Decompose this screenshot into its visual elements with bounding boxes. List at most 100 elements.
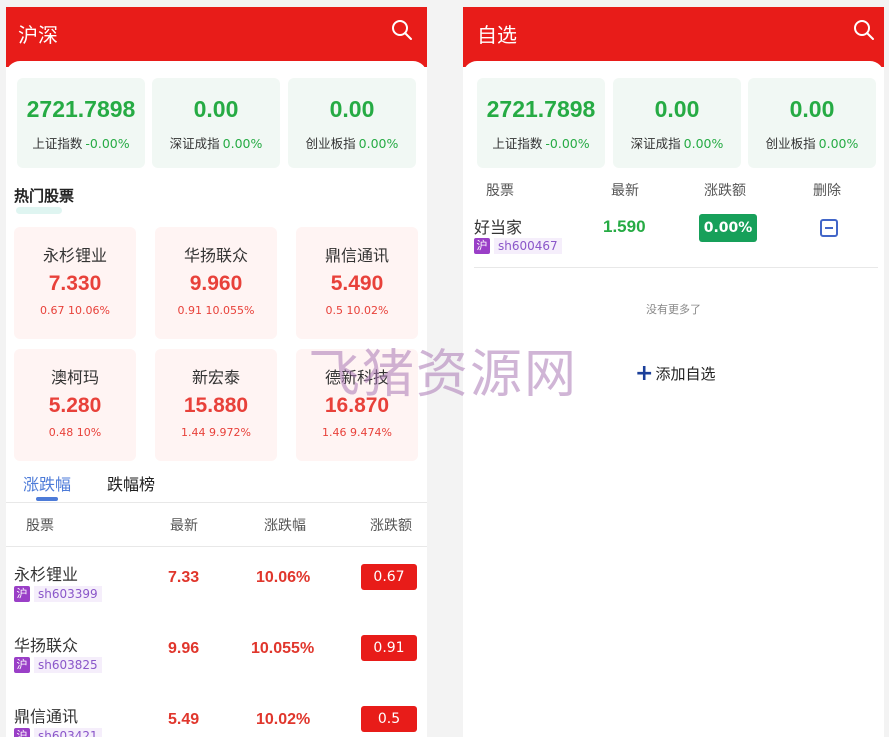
- market-badge: 沪: [14, 657, 30, 673]
- hot-stock-card[interactable]: 华扬联众 9.960 0.91 10.055%: [155, 227, 277, 339]
- divider: [6, 502, 427, 503]
- hot-stock-card[interactable]: 新宏泰 15.880 1.44 9.972%: [155, 349, 277, 461]
- index-card-sz[interactable]: 0.00 深证成指 0.00%: [152, 78, 280, 168]
- change-amount-button[interactable]: 0.5: [361, 706, 417, 732]
- stock-name: 华扬联众: [183, 246, 248, 265]
- stock-price: 5.490: [330, 272, 384, 295]
- stock-name: 澳柯玛: [50, 368, 99, 387]
- no-more-text: 没有更多了: [646, 303, 701, 316]
- divider: [6, 546, 427, 547]
- title-underline: [16, 207, 62, 214]
- stock-price: 9.960: [189, 272, 243, 295]
- tab-losers[interactable]: 跌幅榜: [107, 471, 155, 495]
- index-change: 0.00%: [818, 136, 859, 151]
- index-card-sz[interactable]: 0.00 深证成指 0.00%: [613, 78, 741, 168]
- market-content: 2721.7898 上证指数 -0.00% 0.00 深证成指 0.00% 0.00…: [6, 61, 427, 737]
- search-icon[interactable]: [391, 19, 413, 41]
- index-card-sh[interactable]: 2721.7898 上证指数 -0.00%: [17, 78, 145, 168]
- page-title: 沪深: [18, 23, 58, 47]
- market-badge: 沪: [14, 728, 30, 737]
- stock-price: 15.880: [183, 394, 249, 417]
- index-name: 深证成指: [630, 136, 681, 151]
- index-card-cyb[interactable]: 0.00 创业板指 0.00%: [288, 78, 416, 168]
- index-card-cyb[interactable]: 0.00 创业板指 0.00%: [748, 78, 876, 168]
- divider: [474, 267, 878, 268]
- column-header-last[interactable]: 最新: [611, 180, 639, 200]
- change-pct: 10.02%: [256, 711, 311, 728]
- index-change: -0.00%: [85, 136, 130, 151]
- stock-name: 华扬联众: [14, 636, 79, 655]
- stock-price: 16.870: [324, 394, 390, 417]
- index-name: 深证成指: [169, 136, 220, 151]
- index-value: 0.00: [789, 96, 835, 122]
- stock-name: 新宏泰: [191, 368, 240, 387]
- watchlist-header: 自选: [463, 7, 884, 67]
- plus-icon: +: [635, 360, 654, 386]
- market-panel: 沪深 2721.7898 上证指数 -0.00% 0.00 深证成指 0.00% 0…: [6, 7, 427, 737]
- index-name: 创业板指: [305, 136, 356, 151]
- stock-price: 5.280: [48, 394, 102, 417]
- search-icon[interactable]: [853, 19, 875, 41]
- stock-name: 鼎信通讯: [324, 246, 389, 265]
- index-value: 0.00: [654, 96, 700, 122]
- hot-stock-card[interactable]: 澳柯玛 5.280 0.48 10%: [14, 349, 136, 461]
- watchlist-content: 2721.7898 上证指数 -0.00% 0.00 深证成指 0.00% 0.00…: [463, 61, 884, 737]
- market-header: 沪深: [6, 7, 427, 67]
- index-change: -0.00%: [545, 136, 590, 151]
- column-header-delete: 删除: [813, 183, 841, 199]
- column-header-change[interactable]: 涨跌额: [704, 180, 746, 200]
- stock-price: 7.330: [48, 272, 102, 295]
- stock-name: 德新科技: [324, 368, 389, 387]
- change-pct: 10.055%: [251, 640, 315, 657]
- column-header-pct[interactable]: 涨跌幅: [264, 515, 306, 535]
- change-amount-button[interactable]: 0.91: [361, 635, 417, 661]
- column-header-stock[interactable]: 股票: [486, 180, 514, 200]
- stock-change: 0.5 10.02%: [325, 304, 389, 317]
- hot-stock-card[interactable]: 永杉锂业 7.330 0.67 10.06%: [14, 227, 136, 339]
- index-card-sh[interactable]: 2721.7898 上证指数 -0.00%: [477, 78, 605, 168]
- column-header-stock[interactable]: 股票: [26, 515, 54, 535]
- stock-change: 0.91 10.055%: [177, 304, 255, 317]
- minus-square-icon[interactable]: [820, 219, 838, 237]
- stock-name: 永杉锂业: [14, 565, 79, 584]
- index-value: 0.00: [193, 96, 239, 122]
- code-text: sh603421: [34, 728, 102, 737]
- change-amount-button[interactable]: 0.67: [361, 564, 417, 590]
- stock-code: 沪 sh603399: [14, 586, 102, 602]
- last-price: 7.33: [168, 569, 200, 586]
- last-price: 9.96: [168, 640, 200, 657]
- stock-name: 好当家: [474, 218, 523, 237]
- column-header-last[interactable]: 最新: [170, 515, 198, 535]
- index-value: 2721.7898: [486, 96, 596, 122]
- code-text: sh603825: [34, 657, 102, 673]
- index-change: 0.00%: [683, 136, 724, 151]
- index-value: 2721.7898: [26, 96, 136, 122]
- change-button[interactable]: 0.00%: [699, 214, 757, 242]
- hot-stocks-title: 热门股票: [14, 187, 75, 205]
- last-price: 1.590: [603, 217, 646, 236]
- index-name: 创业板指: [765, 136, 816, 151]
- last-price: 5.49: [168, 711, 200, 728]
- stock-change: 0.67 10.06%: [40, 304, 110, 317]
- code-text: sh600467: [494, 238, 562, 254]
- watchlist-panel: 自选 2721.7898 上证指数 -0.00% 0.00 深证成指 0.00% 0…: [463, 7, 884, 737]
- hot-stock-card[interactable]: 鼎信通讯 5.490 0.5 10.02%: [296, 227, 418, 339]
- hot-stock-card[interactable]: 德新科技 16.870 1.46 9.474%: [296, 349, 418, 461]
- stock-name: 鼎信通讯: [14, 707, 79, 726]
- stock-name: 永杉锂业: [42, 246, 107, 265]
- add-label: 添加自选: [655, 365, 716, 383]
- stock-code: 沪 sh603421: [14, 728, 102, 737]
- market-badge: 沪: [474, 238, 490, 254]
- add-watchlist-button[interactable]: + 添加自选: [635, 360, 716, 386]
- stock-change: 1.44 9.972%: [181, 426, 251, 439]
- stock-change: 1.46 9.474%: [322, 426, 392, 439]
- index-name: 上证指数: [32, 136, 83, 151]
- page-title: 自选: [477, 23, 517, 47]
- tab-active-indicator: [36, 497, 58, 501]
- change-pct: 10.06%: [256, 569, 311, 586]
- stock-change: 0.48 10%: [48, 426, 102, 439]
- index-name: 上证指数: [492, 136, 543, 151]
- column-header-amt[interactable]: 涨跌额: [370, 515, 412, 535]
- tab-gainers[interactable]: 涨跌幅: [23, 471, 71, 495]
- index-value: 0.00: [329, 96, 375, 122]
